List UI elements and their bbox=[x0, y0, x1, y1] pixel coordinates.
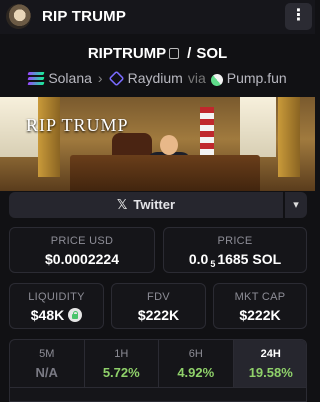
chain-link[interactable]: Solana bbox=[48, 70, 92, 86]
price-native-zero-count: 5 bbox=[210, 259, 216, 269]
liquidity-label: LIQUIDITY bbox=[28, 291, 85, 303]
expand-links-button[interactable]: ▾ bbox=[285, 192, 307, 218]
mkt-cap-value: $222K bbox=[239, 307, 281, 323]
banner-window bbox=[240, 97, 276, 157]
mkt-cap-label: MKT CAP bbox=[234, 291, 286, 303]
copy-icon[interactable] bbox=[169, 48, 180, 59]
launchpad-link[interactable]: Pump.fun bbox=[227, 70, 287, 86]
tab-24h-change: 19.58% bbox=[248, 365, 293, 380]
via-label: via bbox=[187, 70, 206, 86]
more-menu-button[interactable]: ⋮ bbox=[285, 3, 312, 30]
fdv-value: $222K bbox=[137, 307, 180, 323]
price-usd-label: PRICE USD bbox=[50, 235, 114, 247]
banner-curtain bbox=[278, 97, 300, 177]
banner-curtain bbox=[38, 97, 60, 177]
price-usd-value: $0.0002224 bbox=[45, 251, 119, 267]
x-logo-icon: 𝕏 bbox=[116, 197, 128, 212]
token-title: RIP TRUMP bbox=[42, 8, 127, 25]
mkt-cap-card: MKT CAP $222K bbox=[213, 283, 307, 329]
tab-24h[interactable]: 24H 19.58% bbox=[233, 340, 306, 387]
price-native-digits: 1685 bbox=[217, 251, 249, 267]
price-native-card: PRICE 0.0 5 1685 SOL bbox=[163, 227, 307, 273]
price-native-value: 0.0 5 1685 SOL bbox=[164, 251, 306, 269]
liquidity-value: $48K bbox=[10, 307, 103, 323]
banner-caption: RIP TRUMP bbox=[26, 115, 129, 135]
pill-icon bbox=[208, 71, 226, 89]
tab-5m[interactable]: 5M N/A bbox=[10, 340, 85, 387]
price-native-label: PRICE bbox=[217, 235, 253, 247]
tab-6h[interactable]: 6H 4.92% bbox=[159, 340, 234, 387]
top-bar: RIP TRUMP ⋮ bbox=[0, 0, 315, 34]
tab-1h[interactable]: 1H 5.72% bbox=[85, 340, 159, 387]
pair-title: RIPTRUMP / SOL bbox=[0, 45, 315, 62]
solana-icon bbox=[27, 72, 45, 86]
vertical-dots-icon: ⋮ bbox=[290, 7, 307, 24]
price-usd-card: PRICE USD $0.0002224 bbox=[9, 227, 155, 273]
tab-1h-change: 5.72% bbox=[102, 365, 140, 380]
dex-link[interactable]: Raydium bbox=[128, 70, 183, 86]
tab-1h-label: 1H bbox=[114, 348, 129, 360]
pair-meta: Solana › Raydium via Pump.fun bbox=[0, 70, 315, 89]
timeframe-tabs: 5M N/A 1H 5.72% 6H 4.92% 24H 19.58% bbox=[9, 339, 307, 402]
fdv-label: FDV bbox=[147, 291, 170, 303]
token-avatar bbox=[6, 4, 31, 29]
tab-24h-label: 24H bbox=[260, 348, 281, 360]
token-banner-image: RIP TRUMP bbox=[0, 97, 315, 191]
raydium-icon bbox=[108, 70, 125, 87]
tab-divider bbox=[10, 387, 306, 388]
twitter-label: Twitter bbox=[133, 197, 176, 212]
social-links: 𝕏 Twitter ▾ bbox=[9, 192, 307, 218]
price-native-prefix: 0.0 bbox=[188, 251, 209, 267]
tab-6h-label: 6H bbox=[188, 348, 203, 360]
tab-6h-change: 4.92% bbox=[177, 365, 215, 380]
liquidity-card: LIQUIDITY $48K bbox=[9, 283, 104, 329]
lock-icon[interactable] bbox=[68, 308, 83, 322]
pair-separator: / bbox=[187, 45, 192, 62]
pair-base-symbol: RIPTRUMP bbox=[87, 45, 167, 62]
liquidity-amount: $48K bbox=[30, 307, 65, 323]
price-native-unit: SOL bbox=[252, 251, 282, 267]
banner-figure-head bbox=[160, 135, 178, 155]
pair-quote-symbol: SOL bbox=[196, 45, 228, 62]
banner-desk bbox=[70, 155, 260, 191]
fdv-card: FDV $222K bbox=[111, 283, 206, 329]
tab-5m-label: 5M bbox=[39, 348, 55, 360]
chevron-right-icon: › bbox=[97, 70, 103, 86]
twitter-button[interactable]: 𝕏 Twitter bbox=[9, 192, 283, 218]
chevron-down-icon: ▾ bbox=[293, 199, 299, 211]
tab-5m-change: N/A bbox=[35, 365, 58, 380]
